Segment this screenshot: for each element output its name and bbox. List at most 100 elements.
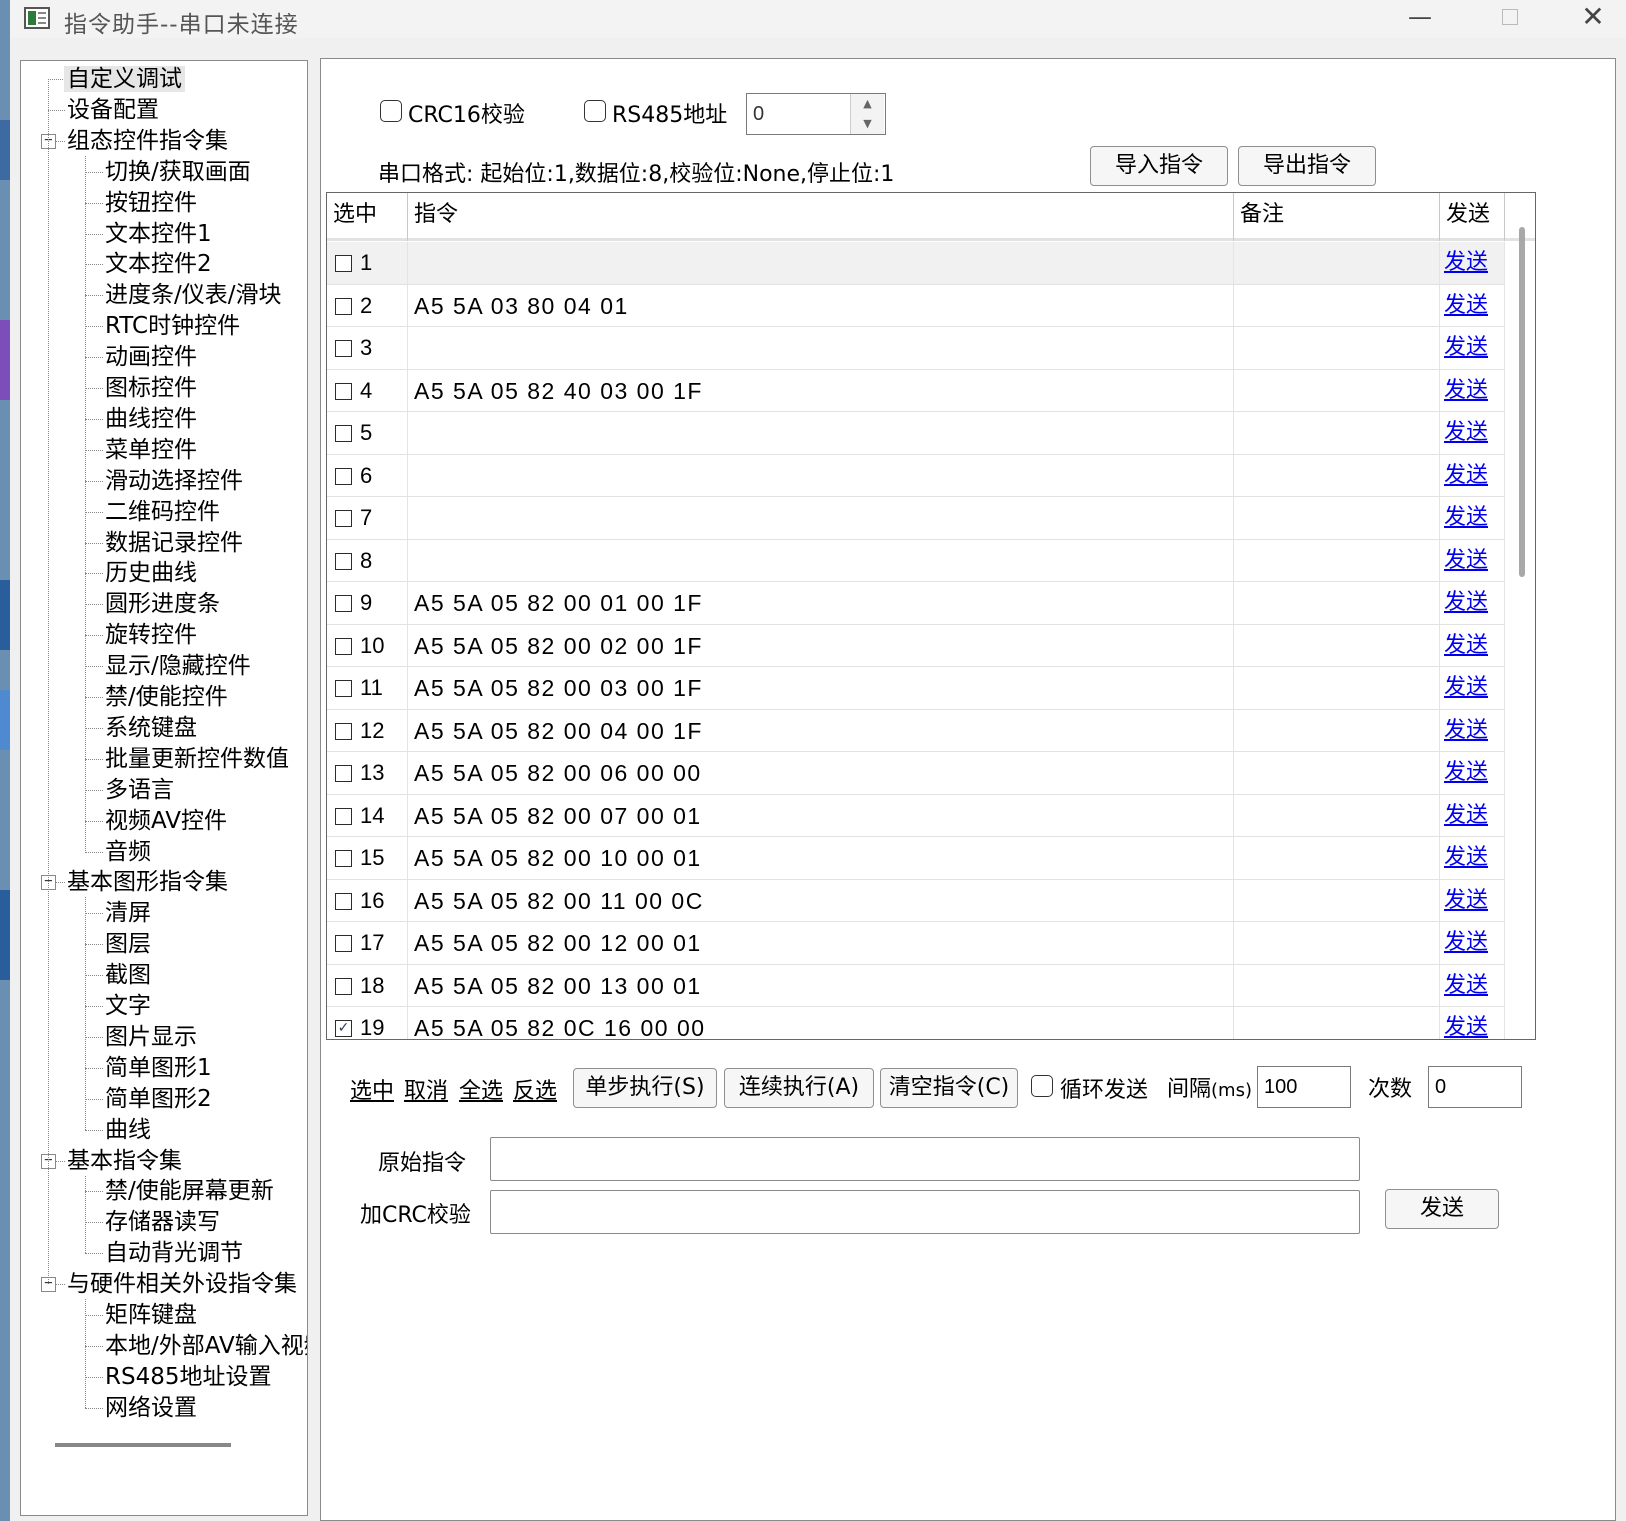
tree-item[interactable]: 历史曲线 (105, 558, 197, 588)
row-note-cell[interactable] (1234, 454, 1440, 497)
tree-item[interactable]: 批量更新控件数值 (105, 744, 289, 774)
row-note-cell[interactable] (1234, 624, 1440, 667)
row-command-cell[interactable]: A5 5A 05 82 00 10 00 01 (408, 837, 1234, 879)
row-send-link[interactable]: 发送 (1440, 803, 1488, 828)
row-note-cell[interactable] (1234, 242, 1440, 284)
row-command-cell[interactable] (408, 242, 1234, 284)
row-command-cell[interactable] (408, 497, 1234, 539)
row-note-cell[interactable] (1234, 837, 1440, 879)
row-note-cell[interactable] (1234, 582, 1440, 624)
row-checkbox[interactable] (335, 850, 352, 867)
row-checkbox[interactable] (335, 722, 352, 740)
row-checkbox[interactable]: ✓ (335, 1020, 352, 1037)
crc16-checkbox[interactable] (380, 100, 402, 122)
row-checkbox[interactable] (335, 382, 352, 400)
import-commands-button[interactable]: 导入指令 (1090, 146, 1228, 186)
tree-item[interactable]: 视频AV控件 (105, 806, 227, 836)
tree-item[interactable]: 禁/使能屏幕更新 (105, 1176, 274, 1206)
step-execute-button[interactable]: 单步执行(S) (573, 1068, 717, 1108)
row-select-cell[interactable]: 14 (327, 794, 408, 837)
table-row[interactable]: ✓ 19 A5 5A 05 82 0C 16 00 00 发送 (327, 1007, 1505, 1039)
row-note-cell[interactable] (1234, 1007, 1440, 1039)
row-select-cell[interactable]: 6 (327, 454, 408, 497)
tree-horizontal-scrollbar[interactable] (55, 1443, 231, 1447)
row-checkbox[interactable] (335, 510, 352, 527)
row-send-link[interactable]: 发送 (1440, 335, 1488, 360)
tree-item[interactable]: 自动背光调节 (105, 1238, 243, 1268)
tree-item[interactable]: 圆形进度条 (105, 589, 220, 619)
row-send-link[interactable]: 发送 (1440, 463, 1488, 488)
row-checkbox[interactable] (335, 807, 352, 825)
row-send-link[interactable]: 发送 (1440, 378, 1488, 403)
minimize-button[interactable]: — (1385, 0, 1455, 38)
table-row[interactable]: 15 A5 5A 05 82 00 10 00 01 发送 (327, 837, 1505, 880)
tree-item[interactable]: 系统键盘 (105, 713, 197, 743)
tree-item[interactable]: 曲线控件 (105, 404, 197, 434)
tree-item[interactable]: 设备配置 (67, 95, 159, 125)
row-send-link[interactable]: 发送 (1440, 548, 1488, 573)
row-send-link[interactable]: 发送 (1440, 845, 1488, 870)
row-note-cell[interactable] (1234, 412, 1440, 454)
tree-item[interactable]: 文字 (105, 991, 151, 1021)
table-row[interactable]: 18 A5 5A 05 82 00 13 00 01 发送 (327, 964, 1505, 1007)
tree-item[interactable]: 自定义调试 (64, 64, 185, 94)
send-button[interactable]: 发送 (1385, 1189, 1499, 1229)
row-send-link[interactable]: 发送 (1440, 590, 1488, 615)
row-command-cell[interactable]: A5 5A 05 82 00 01 00 1F (408, 582, 1234, 624)
spin-up-arrow-icon[interactable]: ▲ (850, 94, 884, 114)
row-command-cell[interactable]: A5 5A 05 82 00 04 00 1F (408, 709, 1234, 752)
row-send-link[interactable]: 发送 (1440, 760, 1488, 785)
table-row[interactable]: 1 发送 (327, 242, 1505, 285)
row-note-cell[interactable] (1234, 284, 1440, 327)
row-select-cell[interactable]: 12 (327, 709, 408, 752)
tree-item[interactable]: 图层 (105, 929, 151, 959)
tree-item[interactable]: 数据记录控件 (105, 528, 243, 558)
row-note-cell[interactable] (1234, 497, 1440, 539)
tree-item[interactable]: 本地/外部AV输入视频 (105, 1331, 307, 1361)
row-checkbox[interactable] (335, 977, 352, 995)
table-row[interactable]: 14 A5 5A 05 82 00 07 00 01 发送 (327, 794, 1505, 837)
select-link[interactable]: 选中 (350, 1073, 394, 1105)
row-command-cell[interactable]: A5 5A 05 82 00 07 00 01 (408, 794, 1234, 837)
select-all-link[interactable]: 全选 (459, 1073, 503, 1105)
row-select-cell[interactable]: 9 (327, 582, 408, 624)
row-checkbox[interactable] (335, 935, 352, 952)
spin-down-arrow-icon[interactable]: ▼ (850, 114, 884, 134)
tree-item[interactable]: 存储器读写 (105, 1207, 220, 1237)
table-row[interactable]: 4 A5 5A 05 82 40 03 00 1F 发送 (327, 369, 1505, 412)
tree-item[interactable]: 文本控件2 (105, 249, 212, 279)
table-row[interactable]: 7 发送 (327, 497, 1505, 540)
row-send-link[interactable]: 发送 (1440, 505, 1488, 530)
tree-item[interactable]: 旋转控件 (105, 620, 197, 650)
tree-item[interactable]: 滑动选择控件 (105, 466, 243, 496)
tree-item[interactable]: 矩阵键盘 (105, 1300, 197, 1330)
row-select-cell[interactable]: 10 (327, 624, 408, 667)
tree-item[interactable]: 菜单控件 (105, 435, 197, 465)
column-header-note[interactable]: 备注 (1234, 193, 1440, 241)
row-checkbox[interactable] (335, 255, 352, 272)
row-select-cell[interactable]: 11 (327, 667, 408, 709)
row-command-cell[interactable] (408, 327, 1234, 369)
table-row[interactable]: 8 发送 (327, 539, 1505, 582)
row-select-cell[interactable]: ✓ 19 (327, 1007, 408, 1039)
export-commands-button[interactable]: 导出指令 (1238, 146, 1376, 186)
tree-item[interactable]: 组态控件指令集 (67, 126, 228, 156)
row-checkbox[interactable] (335, 637, 352, 655)
tree-item[interactable]: RTC时钟控件 (105, 311, 240, 341)
row-send-link[interactable]: 发送 (1440, 718, 1488, 743)
row-checkbox[interactable] (335, 552, 352, 570)
tree-item[interactable]: 与硬件相关外设指令集 (67, 1269, 297, 1299)
row-command-cell[interactable]: A5 5A 05 82 00 12 00 01 (408, 922, 1234, 964)
row-send-link[interactable]: 发送 (1440, 973, 1488, 998)
tree-item[interactable]: 二维码控件 (105, 497, 220, 527)
table-row[interactable]: 13 A5 5A 05 82 00 06 00 00 发送 (327, 752, 1505, 795)
row-command-cell[interactable]: A5 5A 05 82 40 03 00 1F (408, 369, 1234, 412)
row-command-cell[interactable] (408, 412, 1234, 454)
row-command-cell[interactable] (408, 454, 1234, 497)
tree-item[interactable]: 禁/使能控件 (105, 682, 228, 712)
tree-item[interactable]: 文本控件1 (105, 219, 212, 249)
row-command-cell[interactable]: A5 5A 05 82 00 13 00 01 (408, 964, 1234, 1007)
row-note-cell[interactable] (1234, 667, 1440, 709)
tree-item[interactable]: 基本图形指令集 (67, 867, 228, 897)
row-checkbox[interactable] (335, 340, 352, 357)
